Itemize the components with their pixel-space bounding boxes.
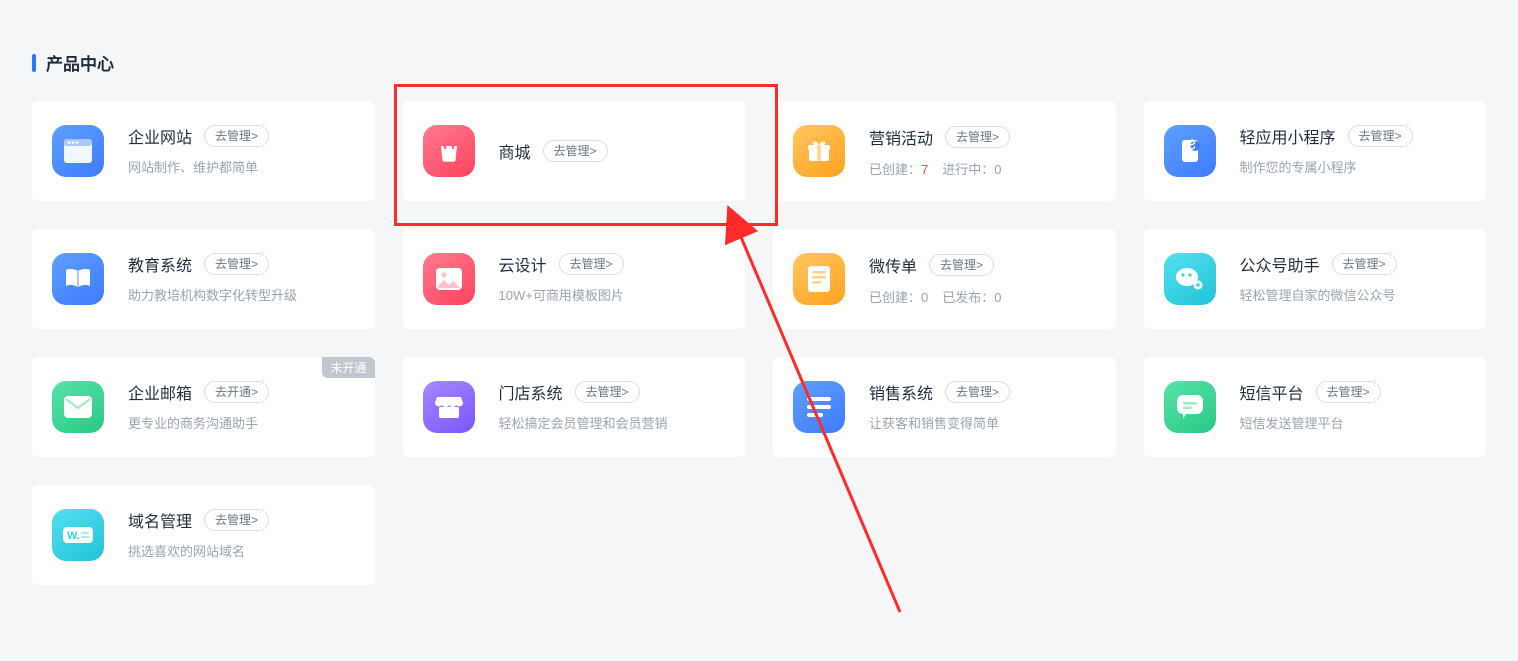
list-icon	[793, 381, 845, 433]
card-mall[interactable]: 商城 去管理>	[403, 101, 746, 201]
card-title: 短信平台	[1240, 380, 1304, 404]
not-opened-badge: 未开通	[322, 357, 374, 378]
product-grid: 企业网站 去管理> 网站制作、维护都简单 商城 去管理>	[32, 101, 1486, 585]
manage-button[interactable]: 去管理>	[559, 253, 624, 275]
card-domain[interactable]: W. 域名管理 去管理> 挑选喜欢的网站域名	[32, 485, 375, 585]
section-title: 产品中心	[32, 50, 1486, 75]
stat-created-label: 已创建：	[869, 162, 921, 177]
card-enterprise-mail[interactable]: 未开通 企业邮箱 去开通> 更专业的商务沟通助手	[32, 357, 375, 457]
card-title: 云设计	[499, 252, 547, 276]
open-button[interactable]: 去开通>	[204, 381, 269, 403]
book-icon	[52, 253, 104, 305]
card-desc: 挑选喜欢的网站域名	[128, 542, 355, 562]
section-title-text: 产品中心	[46, 50, 114, 75]
stat-running-label: 进行中：	[942, 162, 994, 177]
manage-button[interactable]: 去管理>	[204, 125, 269, 147]
manage-button[interactable]: 去管理>	[1348, 125, 1413, 147]
window-icon	[52, 125, 104, 177]
stat-published-label: 已发布：	[942, 290, 994, 305]
card-desc: 让获客和销售变得简单	[869, 414, 1096, 434]
card-title: 营销活动	[869, 125, 933, 149]
manage-button[interactable]: 去管理>	[945, 126, 1010, 148]
stat-running-value: 0	[994, 162, 1001, 177]
svg-text:W.: W.	[67, 530, 80, 542]
manage-button[interactable]: 去管理>	[929, 254, 994, 276]
card-title: 企业网站	[128, 124, 192, 148]
card-store-system[interactable]: 门店系统 去管理> 轻松搞定会员管理和会员营销	[403, 357, 746, 457]
store-icon	[423, 381, 475, 433]
card-desc: 更专业的商务沟通助手	[128, 414, 355, 434]
card-title: 商城	[499, 139, 531, 163]
card-desc: 助力教培机构数字化转型升级	[128, 286, 355, 306]
card-title: 门店系统	[499, 380, 563, 404]
card-desc: 制作您的专属小程序	[1240, 158, 1467, 178]
shopping-bag-icon	[423, 125, 475, 177]
card-stats: 已创建：7 进行中：0	[869, 159, 1096, 178]
flyer-icon	[793, 253, 845, 305]
stat-created-value: 7	[921, 162, 928, 177]
card-title: 销售系统	[869, 380, 933, 404]
stat-created-label: 已创建：	[869, 290, 921, 305]
miniapp-icon	[1164, 125, 1216, 177]
card-stats: 已创建：0 已发布：0	[869, 287, 1096, 306]
mail-icon	[52, 381, 104, 433]
manage-button[interactable]: 去管理>	[204, 509, 269, 531]
card-micro-flyer[interactable]: 微传单 去管理> 已创建：0 已发布：0	[773, 229, 1116, 329]
card-sms[interactable]: 短信平台 去管理> 短信发送管理平台	[1144, 357, 1487, 457]
gift-icon	[793, 125, 845, 177]
manage-button[interactable]: 去管理>	[1332, 253, 1397, 275]
card-desc: 轻松管理自家的微信公众号	[1240, 286, 1467, 306]
stat-published-value: 0	[994, 290, 1001, 305]
manage-button[interactable]: 去管理>	[1316, 381, 1381, 403]
card-title: 域名管理	[128, 508, 192, 532]
card-title: 公众号助手	[1240, 252, 1320, 276]
card-desc: 短信发送管理平台	[1240, 414, 1467, 434]
manage-button[interactable]: 去管理>	[543, 140, 608, 162]
message-icon	[1164, 381, 1216, 433]
card-sales-system[interactable]: 销售系统 去管理> 让获客和销售变得简单	[773, 357, 1116, 457]
card-miniapp[interactable]: 轻应用小程序 去管理> 制作您的专属小程序	[1144, 101, 1487, 201]
card-title: 微传单	[869, 253, 917, 277]
card-cloud-design[interactable]: 云设计 去管理> 10W+可商用模板图片	[403, 229, 746, 329]
image-icon	[423, 253, 475, 305]
card-title: 轻应用小程序	[1240, 124, 1336, 148]
card-education[interactable]: 教育系统 去管理> 助力教培机构数字化转型升级	[32, 229, 375, 329]
manage-button[interactable]: 去管理>	[575, 381, 640, 403]
card-enterprise-site[interactable]: 企业网站 去管理> 网站制作、维护都简单	[32, 101, 375, 201]
card-mp-helper[interactable]: 公众号助手 去管理> 轻松管理自家的微信公众号	[1144, 229, 1487, 329]
stat-created-value: 0	[921, 290, 928, 305]
section-title-bar	[32, 54, 36, 72]
card-desc: 网站制作、维护都简单	[128, 158, 355, 178]
domain-icon: W.	[52, 509, 104, 561]
card-marketing[interactable]: 营销活动 去管理> 已创建：7 进行中：0	[773, 101, 1116, 201]
card-title: 企业邮箱	[128, 380, 192, 404]
card-title: 教育系统	[128, 252, 192, 276]
manage-button[interactable]: 去管理>	[945, 381, 1010, 403]
card-desc: 10W+可商用模板图片	[499, 286, 726, 306]
wechat-icon	[1164, 253, 1216, 305]
manage-button[interactable]: 去管理>	[204, 253, 269, 275]
card-desc: 轻松搞定会员管理和会员营销	[499, 414, 726, 434]
